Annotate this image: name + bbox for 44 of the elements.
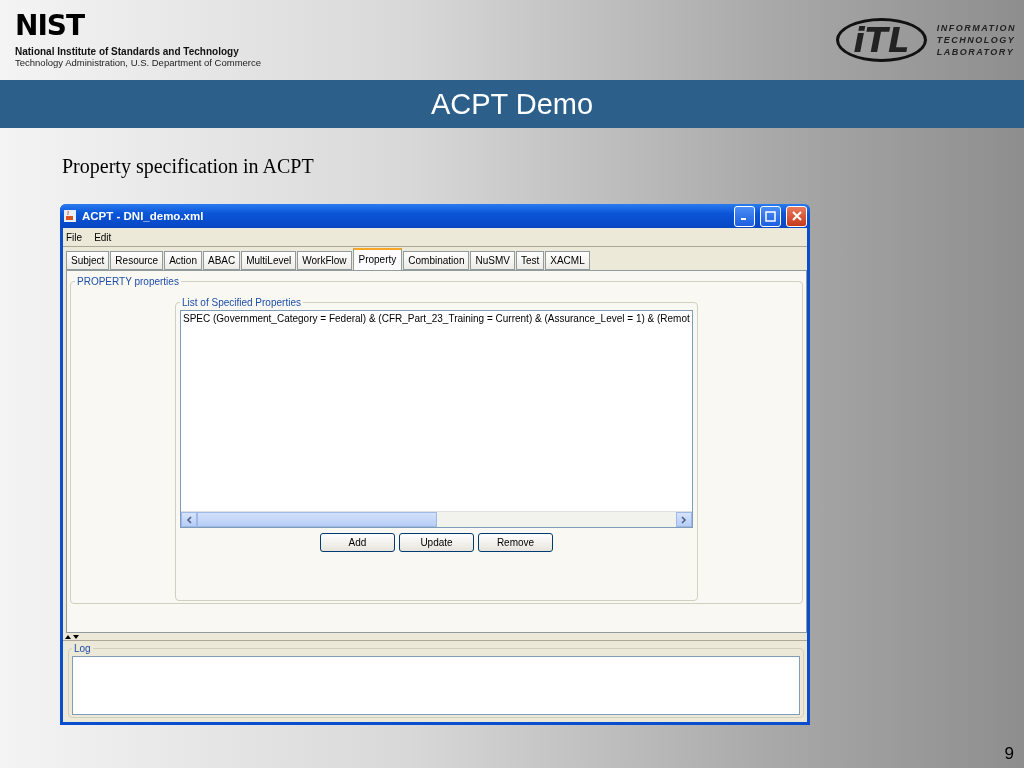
page-number: 9 [1004,744,1014,764]
tab[interactable]: Combination [403,251,470,270]
lab-name-line: LABORATORY [936,46,1016,58]
group-title: PROPERTY properties [76,276,180,287]
lab-name-line: INFORMATION [936,22,1016,34]
tab[interactable]: Property [352,248,403,270]
up-arrow-icon[interactable] [65,634,71,639]
action-button[interactable]: Add [320,533,395,552]
action-button[interactable]: Remove [478,533,553,552]
menu-item[interactable]: Edit [94,231,112,243]
down-arrow-icon[interactable] [73,634,79,639]
lab-name-line: TECHNOLOGY [936,34,1016,46]
left-chevron-icon[interactable] [186,515,192,524]
group-title: Log [73,643,92,654]
menu-item[interactable]: File [66,231,83,243]
slide-title: ACPT Demo [430,87,594,121]
maximize-button[interactable] [760,205,781,227]
nist-logo: NIST [15,12,86,40]
tab[interactable]: Subject [66,251,110,270]
property-list[interactable]: SPEC (Government_Category = Federal) & (CFR_Part_23_Training = Current) & (Assurance_Level = 1) & (Remot [180,310,693,528]
scroll-right-button[interactable] [676,512,692,527]
tab[interactable]: Resource [110,251,164,270]
tab[interactable]: WorkFlow [297,251,352,270]
close-button[interactable] [786,205,807,227]
list-item[interactable]: SPEC (Government_Category = Federal) & (CFR_Part_23_Training = Current) & (Assurance_Level = 1) & (Remot [183,313,690,324]
tab[interactable]: Test [515,251,545,270]
group-title: List of Specified Properties [181,297,302,308]
organization-subtitle: Technology Administration, U.S. Department of Commerce [15,57,262,68]
itl-logo: iTL [836,18,927,62]
maximize-icon[interactable] [765,210,776,222]
right-chevron-icon[interactable] [681,515,687,524]
organization-name: National Institute of Standards and Technology [15,46,240,57]
minimize-button[interactable] [734,205,755,227]
action-button[interactable]: Update [399,533,474,552]
coffee-cup-icon [63,209,77,223]
tab[interactable]: MultiLevel [241,251,297,270]
tab[interactable]: XACML [545,251,590,270]
slide-subtitle: Property specification in ACPT [62,154,314,178]
scroll-left-button[interactable] [181,512,197,527]
tab[interactable]: ABAC [202,251,241,270]
tab[interactable]: NuSMV [470,251,515,270]
tab[interactable]: Action [164,251,202,270]
close-icon[interactable] [791,211,802,221]
window-title: ACPT - DNI_demo.xml [82,210,205,222]
